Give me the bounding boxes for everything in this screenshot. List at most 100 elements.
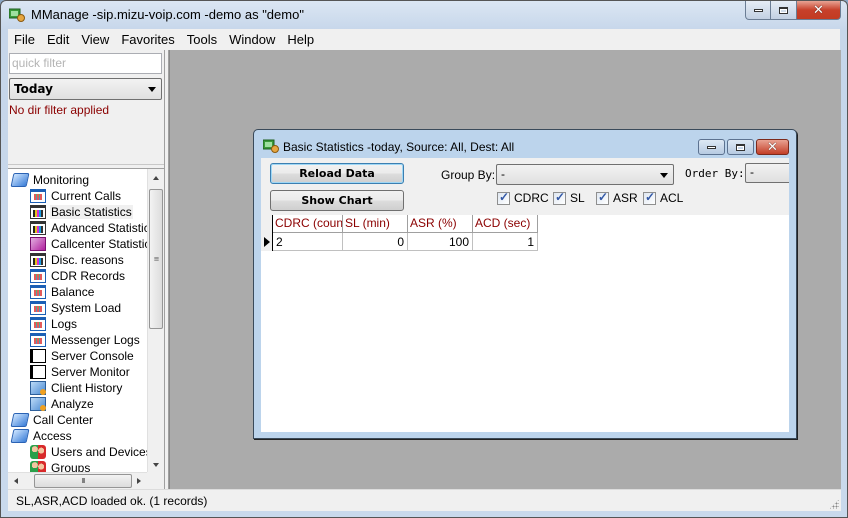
- checkbox-cdrc-box[interactable]: [497, 190, 510, 205]
- history-icon: [30, 381, 46, 395]
- cell-cdrc[interactable]: 2: [273, 233, 343, 251]
- cell-acd[interactable]: 1: [473, 233, 538, 251]
- menu-edit[interactable]: Edit: [41, 32, 75, 47]
- tree-item-label: Callcenter Statistics: [51, 237, 157, 251]
- chevron-down-icon: [660, 173, 668, 178]
- main-window: MManage -sip.mizu-voip.com -demo as "dem…: [0, 0, 848, 518]
- maximize-button[interactable]: [771, 1, 797, 20]
- tree-item[interactable]: Monitoring: [10, 172, 90, 188]
- scroll-down-button[interactable]: [148, 456, 164, 473]
- tree-item[interactable]: Logs: [30, 316, 78, 332]
- show-chart-button[interactable]: Show Chart: [270, 190, 404, 211]
- tree-item[interactable]: CDR Records: [30, 268, 126, 284]
- tree-item[interactable]: Balance: [30, 284, 95, 300]
- arrow-right-icon: [137, 478, 141, 484]
- column-header-asr[interactable]: ASR (%): [408, 215, 473, 233]
- tree-item[interactable]: Analyze: [30, 396, 95, 412]
- tree-item-label: Access: [33, 429, 72, 443]
- column-header-acd[interactable]: ACD (sec): [473, 215, 538, 233]
- chevron-down-icon: [148, 87, 156, 92]
- close-button[interactable]: ✕: [797, 1, 841, 20]
- group-by-select[interactable]: -: [496, 164, 674, 185]
- quick-filter-input[interactable]: quick filter: [9, 53, 162, 74]
- row-indicator: [261, 233, 273, 251]
- hscroll-thumb[interactable]: III: [34, 474, 132, 488]
- menu-file[interactable]: File: [8, 32, 41, 47]
- table-row[interactable]: 2 0 100 1: [261, 233, 538, 251]
- checkbox-cdrc-label: CDRC: [514, 191, 549, 205]
- close-icon: ✕: [767, 139, 778, 155]
- grid-corner: [261, 215, 273, 233]
- minimize-button[interactable]: [745, 1, 771, 20]
- menu-tools[interactable]: Tools: [181, 32, 223, 47]
- tree-item-label: Current Calls: [51, 189, 122, 203]
- column-header-sl[interactable]: SL (min): [343, 215, 408, 233]
- period-select[interactable]: Today: [9, 78, 162, 100]
- column-header-cdrc[interactable]: CDRC (count): [273, 215, 343, 233]
- child-minimize-button[interactable]: [698, 139, 725, 155]
- tree-item-label: Client History: [51, 381, 123, 395]
- checkbox-asr-box[interactable]: [596, 190, 609, 205]
- callcenter-icon: [30, 237, 46, 251]
- grid-icon: [30, 301, 46, 315]
- basic-statistics-window: Basic Statistics -today, Source: All, De…: [253, 129, 797, 439]
- menu-favorites[interactable]: Favorites: [115, 32, 180, 47]
- tree-item[interactable]: Messenger Logs: [30, 332, 141, 348]
- scroll-up-button[interactable]: [148, 169, 164, 186]
- scroll-thumb[interactable]: ≡: [149, 189, 163, 329]
- status-text: SL,ASR,ACD loaded ok. (1 records): [16, 494, 208, 508]
- menu-view[interactable]: View: [75, 32, 115, 47]
- size-grip[interactable]: [829, 499, 839, 509]
- order-by-label: Order By:: [685, 167, 745, 180]
- menu-window[interactable]: Window: [223, 32, 281, 47]
- tree-item[interactable]: Users and Devices: [30, 444, 153, 460]
- tree-vertical-scrollbar[interactable]: ≡: [147, 169, 164, 473]
- child-close-button[interactable]: ✕: [756, 139, 789, 155]
- checkbox-sl-box[interactable]: [553, 190, 566, 205]
- close-icon: ✕: [813, 2, 824, 18]
- grid-icon: [30, 285, 46, 299]
- tree-item[interactable]: Disc. reasons: [30, 252, 125, 268]
- tree-item-label: Server Monitor: [51, 365, 130, 379]
- checkbox-sl[interactable]: SL: [553, 190, 585, 205]
- checkbox-asr[interactable]: ASR: [596, 190, 638, 205]
- checkbox-acl[interactable]: ACL: [643, 190, 683, 205]
- checkbox-cdrc[interactable]: CDRC: [497, 190, 549, 205]
- tree-horizontal-scrollbar[interactable]: III: [8, 472, 147, 489]
- tree-item-label: Basic Statistics: [50, 205, 133, 219]
- scroll-left-button[interactable]: [8, 473, 24, 489]
- tree-item[interactable]: Basic Statistics: [30, 204, 133, 220]
- client-area: quick filter Today No dir filter applied…: [8, 50, 841, 511]
- grid-icon: [30, 189, 46, 203]
- child-window-title: Basic Statistics -today, Source: All, De…: [283, 140, 515, 154]
- tree-item[interactable]: Callcenter Statistics: [30, 236, 157, 252]
- tree-item[interactable]: Advanced Statistics: [30, 220, 157, 236]
- tree-item[interactable]: Current Calls: [30, 188, 122, 204]
- menu-bar: File Edit View Favorites Tools Window He…: [8, 29, 840, 50]
- scroll-right-button[interactable]: [131, 473, 147, 489]
- checkbox-acl-box[interactable]: [643, 190, 656, 205]
- title-bar[interactable]: MManage -sip.mizu-voip.com -demo as "dem…: [1, 1, 847, 29]
- tree-item-label: CDR Records: [51, 269, 126, 283]
- folder-icon: [10, 173, 30, 187]
- menu-help[interactable]: Help: [281, 32, 320, 47]
- dir-filter-text: No dir filter applied: [8, 102, 164, 165]
- tree-item[interactable]: System Load: [30, 300, 122, 316]
- tree-item[interactable]: Access: [10, 428, 73, 444]
- scroll-corner: [147, 472, 164, 489]
- tree-item[interactable]: Client History: [30, 380, 123, 396]
- tree-item-label: Call Center: [33, 413, 94, 427]
- cell-sl[interactable]: 0: [343, 233, 408, 251]
- maximize-icon: [779, 6, 788, 14]
- chart-icon: [30, 253, 46, 267]
- reload-data-button[interactable]: Reload Data: [270, 163, 404, 184]
- tree-item[interactable]: Server Monitor: [30, 364, 131, 380]
- folder-icon: [10, 429, 30, 443]
- order-by-select[interactable]: -: [745, 163, 789, 183]
- console-icon: [30, 349, 46, 363]
- minimize-icon: [753, 8, 763, 12]
- tree-item[interactable]: Server Console: [30, 348, 135, 364]
- cell-asr[interactable]: 100: [408, 233, 473, 251]
- tree-item[interactable]: Call Center: [10, 412, 94, 428]
- child-restore-button[interactable]: [727, 139, 754, 155]
